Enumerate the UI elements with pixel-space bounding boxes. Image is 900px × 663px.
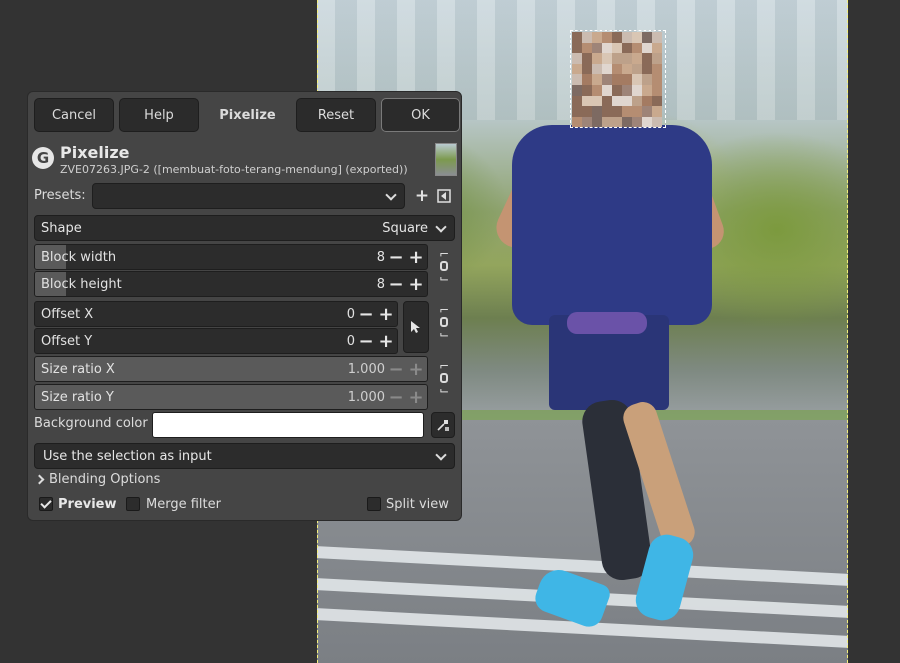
block-width-value: 8 [376, 250, 385, 265]
filter-title: Pixelize [60, 143, 130, 162]
size-ratio-x-spinner[interactable]: Size ratio X 1.000 − + [34, 356, 428, 382]
pointer-icon [411, 321, 420, 333]
ok-button[interactable]: OK [381, 98, 460, 132]
gegl-logo-icon: G [32, 147, 54, 169]
dialog-button-row: Cancel Help Pixelize Reset OK [34, 98, 460, 132]
offset-x-value: 0 [346, 307, 355, 322]
size-ratio-x-value: 1.000 [347, 362, 385, 377]
pixelize-title-label: Pixelize [219, 107, 276, 123]
plus-icon[interactable]: + [406, 385, 426, 409]
runner-waist-bag [567, 312, 647, 334]
image-thumbnail [435, 143, 457, 176]
minus-icon[interactable]: − [386, 357, 406, 381]
presets-combo[interactable] [92, 183, 405, 209]
minus-icon[interactable]: − [386, 385, 406, 409]
background-color-label: Background color [34, 416, 148, 431]
plus-icon[interactable]: + [412, 186, 432, 206]
size-ratio-y-spinner[interactable]: Size ratio Y 1.000 − + [34, 384, 428, 410]
chevron-down-icon [385, 189, 397, 201]
selection-mode-combo[interactable]: Use the selection as input [34, 443, 455, 469]
offset-y-value: 0 [346, 334, 355, 349]
dialog-header: G Pixelize ZVE07263.JPG-2 ([membuat-foto… [32, 143, 457, 177]
chain-icon[interactable]: ⌐ ⌙ [437, 248, 451, 284]
offset-y-spinner[interactable]: Offset Y 0 − + [34, 328, 398, 354]
block-width-spinner[interactable]: Block width 8 − + [34, 244, 428, 270]
plus-icon[interactable]: + [406, 272, 426, 296]
presets-label: Presets: [34, 188, 86, 203]
selection-mode-value: Use the selection as input [43, 449, 212, 464]
plus-icon[interactable]: + [406, 357, 426, 381]
shape-combo[interactable]: Shape Square [34, 215, 455, 241]
split-view-checkbox[interactable] [367, 497, 381, 511]
cancel-button[interactable]: Cancel [34, 98, 114, 132]
chevron-right-icon [34, 474, 45, 485]
minus-icon[interactable]: − [356, 329, 376, 353]
eyedropper-icon[interactable] [431, 412, 455, 438]
size-ratio-x-label: Size ratio X [41, 362, 115, 377]
minus-icon[interactable]: − [386, 272, 406, 296]
split-view-label: Split view [386, 497, 449, 512]
minus-icon[interactable]: − [356, 302, 376, 326]
preview-label: Preview [58, 497, 117, 512]
blending-options-expander[interactable]: Blending Options [34, 472, 161, 487]
shape-label: Shape [41, 221, 82, 236]
pick-offset-button[interactable] [403, 301, 429, 353]
background-color-swatch[interactable] [152, 412, 424, 438]
chevron-down-icon [435, 449, 447, 461]
shape-value: Square [382, 221, 428, 236]
block-height-label: Block height [41, 277, 122, 292]
chain-icon[interactable]: ⌐ ⌙ [437, 360, 451, 396]
merge-filter-label: Merge filter [146, 497, 221, 512]
block-height-spinner[interactable]: Block height 8 − + [34, 271, 428, 297]
offset-x-spinner[interactable]: Offset X 0 − + [34, 301, 398, 327]
offset-x-label: Offset X [41, 307, 94, 322]
block-width-label: Block width [41, 250, 117, 265]
menu-left-icon[interactable] [434, 186, 454, 206]
plus-icon[interactable]: + [376, 329, 396, 353]
runner-shirt [512, 125, 712, 325]
selection-outline [570, 30, 666, 128]
pixelize-dialog: Cancel Help Pixelize Reset OK G Pixelize… [27, 91, 462, 521]
plus-icon[interactable]: + [376, 302, 396, 326]
chevron-down-icon [435, 221, 447, 233]
block-height-value: 8 [376, 277, 385, 292]
offset-y-label: Offset Y [41, 334, 93, 349]
preview-checkbox[interactable] [39, 497, 53, 511]
chain-icon[interactable]: ⌐ ⌙ [437, 304, 451, 340]
reset-button[interactable]: Reset [296, 98, 376, 132]
size-ratio-y-label: Size ratio Y [41, 390, 114, 405]
help-button[interactable]: Help [119, 98, 199, 132]
minus-icon[interactable]: − [386, 245, 406, 269]
size-ratio-y-value: 1.000 [347, 390, 385, 405]
merge-filter-checkbox[interactable] [126, 497, 140, 511]
image-subtitle: ZVE07263.JPG-2 ([membuat-foto-terang-men… [60, 163, 408, 176]
plus-icon[interactable]: + [406, 245, 426, 269]
blending-options-label: Blending Options [49, 472, 161, 487]
